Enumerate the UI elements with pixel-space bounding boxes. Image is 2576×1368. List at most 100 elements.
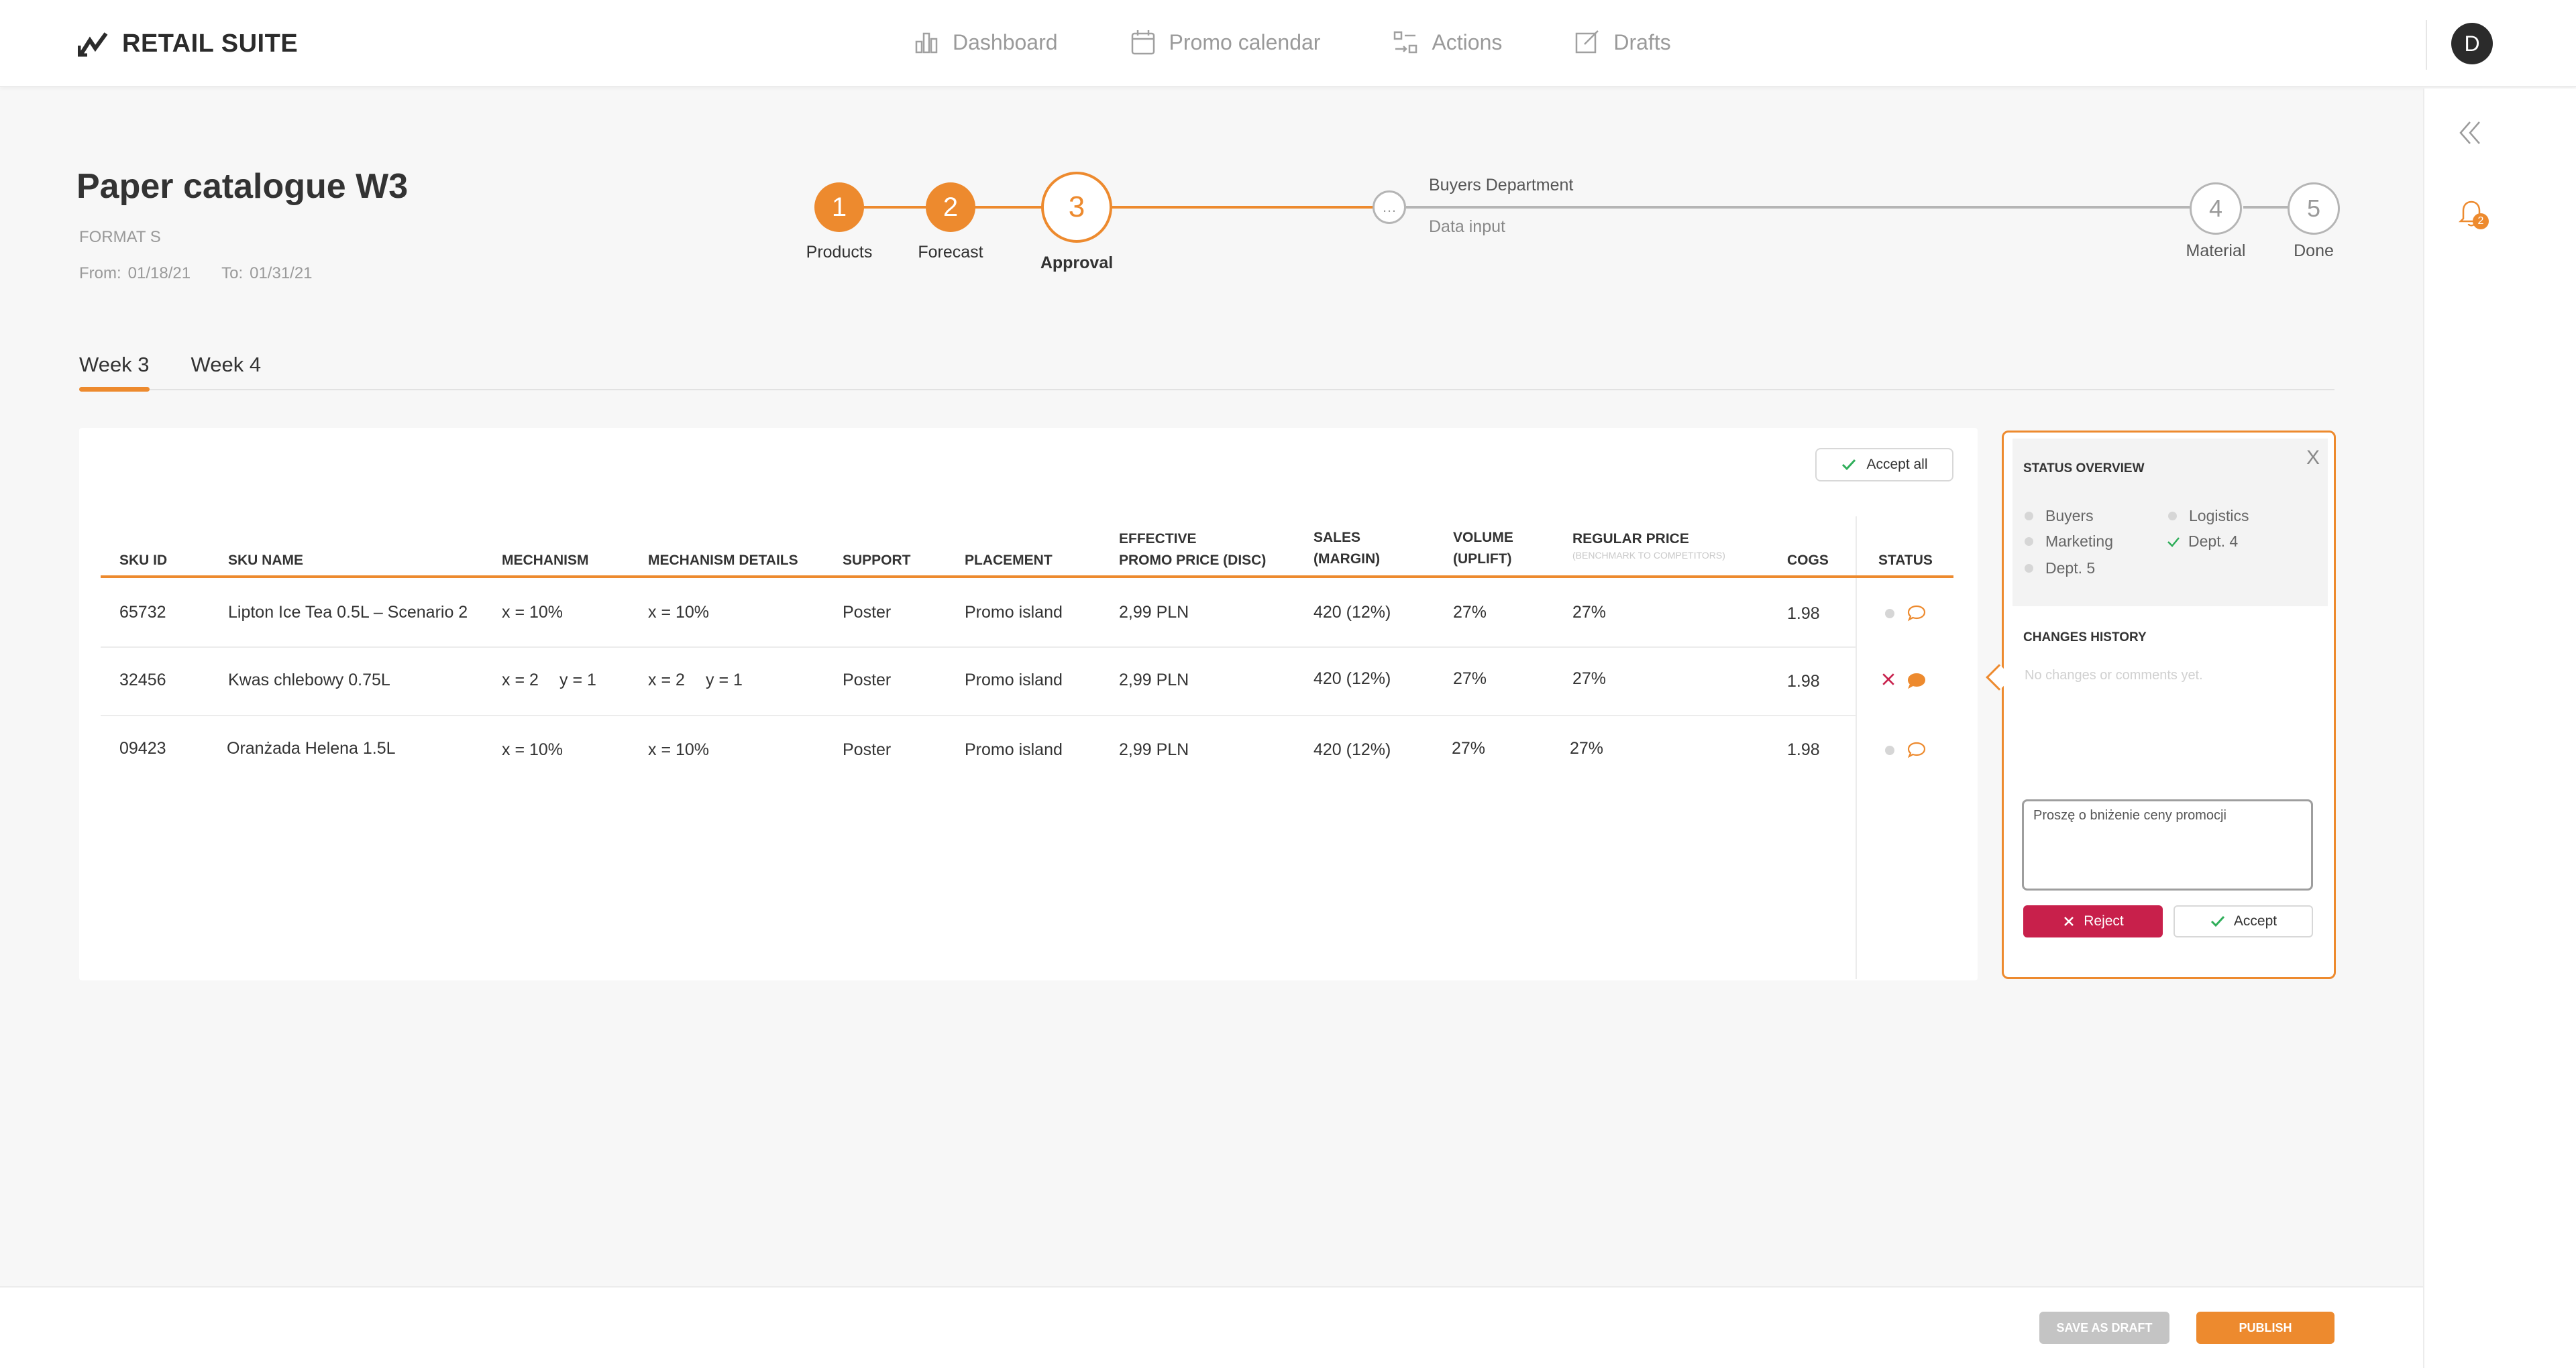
step-buyers-department[interactable]: … <box>1373 190 1406 224</box>
step-number: 1 <box>831 192 847 222</box>
top-bar: RETAIL SUITE Dashboard Promo calendar Ac… <box>0 0 2576 87</box>
nav-actions[interactable]: Actions <box>1391 28 1502 56</box>
cell-placement: Promo island <box>965 671 1063 689</box>
main-nav: Dashboard Promo calendar Actions Drafts <box>912 28 1742 56</box>
collapse-icon[interactable] <box>2455 118 2485 148</box>
from-date: 01/18/21 <box>127 264 191 282</box>
header-status: STATUS <box>1878 553 1933 568</box>
cell-sales: 420 (12%) <box>1313 603 1391 622</box>
reject-button[interactable]: Reject <box>2023 905 2163 937</box>
cell-sku-name: Lipton Ice Tea 0.5L – Scenario 2 <box>228 603 468 622</box>
tab-week-4[interactable]: Week 4 <box>191 353 262 392</box>
cell-placement: Promo island <box>965 603 1063 622</box>
cell-mechanism-details: x = 10% <box>648 740 710 759</box>
cell-mechanism-x: x = 2 <box>502 671 539 689</box>
cell-sku-id: 65732 <box>119 603 166 622</box>
header-regular-price: REGULAR PRICE (BENCHMARK TO COMPETITORS) <box>1572 528 1725 561</box>
topbar-divider <box>2426 20 2427 70</box>
step-forecast[interactable]: 2 <box>926 182 975 232</box>
close-icon[interactable]: X <box>2306 447 2320 469</box>
step-sublabel-data-input: Data input <box>1429 217 1505 236</box>
dept-logistics: Logistics <box>2168 507 2249 525</box>
pending-dot <box>2025 564 2033 573</box>
dept-label: Dept. 4 <box>2188 532 2239 550</box>
header-regular-line1: REGULAR PRICE <box>1572 531 1689 547</box>
cell-sku-id: 09423 <box>119 739 166 758</box>
app-logo[interactable]: RETAIL SUITE <box>78 30 298 58</box>
check-icon <box>1842 459 1856 471</box>
check-icon <box>2210 915 2224 927</box>
cell-support: Poster <box>843 740 892 759</box>
cell-sku-id: 32456 <box>119 671 166 689</box>
cell-sales: 420 (12%) <box>1313 669 1391 688</box>
cell-details-y: y = 1 <box>706 671 743 689</box>
cell-support: Poster <box>843 671 892 689</box>
cell-sales: 420 (12%) <box>1313 740 1391 759</box>
pending-dot <box>2025 512 2033 520</box>
comment-icon[interactable] <box>1907 603 1927 623</box>
publish-button[interactable]: PUBLISH <box>2196 1312 2334 1344</box>
header-volume-uplift: VOLUME (UPLIFT) <box>1453 527 1513 570</box>
step-approval[interactable]: 3 <box>1041 172 1112 243</box>
header-sales-line1: SALES <box>1313 530 1361 545</box>
status-pending-dot <box>1885 609 1894 618</box>
accept-all-button[interactable]: Accept all <box>1815 448 1953 481</box>
tab-week-3[interactable]: Week 3 <box>79 353 150 392</box>
nav-dashboard-label: Dashboard <box>953 30 1058 54</box>
comment-icon[interactable] <box>1907 740 1927 760</box>
step-number: 2 <box>943 192 959 222</box>
step-material[interactable]: 4 <box>2190 182 2242 235</box>
cell-regular-price: 27% <box>1572 669 1607 688</box>
cell-cogs: 1.98 <box>1787 740 1820 759</box>
cell-cogs: 1.98 <box>1787 672 1820 691</box>
header-volume-line2: (UPLIFT) <box>1453 551 1512 567</box>
cell-placement: Promo island <box>965 740 1063 759</box>
accept-all-label: Accept all <box>1866 457 1928 472</box>
nav-promo-calendar[interactable]: Promo calendar <box>1129 28 1320 56</box>
dept-label: Logistics <box>2189 507 2249 524</box>
comment-textarea[interactable]: Proszę o bniżenie ceny promocji <box>2022 799 2313 891</box>
step-connector <box>859 206 930 209</box>
week-tabs: Week 3 Week 4 <box>79 353 303 392</box>
save-as-draft-button[interactable]: SAVE AS DRAFT <box>2039 1312 2169 1344</box>
page-title: Paper catalogue W3 <box>76 167 409 206</box>
cell-volume: 27% <box>1453 669 1487 688</box>
cell-volume: 27% <box>1452 739 1486 758</box>
to-date: 01/31/21 <box>250 264 313 282</box>
changes-history-title: CHANGES HISTORY <box>2023 630 2147 644</box>
cell-sku-name: Oranżada Helena 1.5L <box>227 739 396 758</box>
header-sku-name: SKU NAME <box>228 553 304 568</box>
status-column-divider <box>1856 516 1857 979</box>
header-sku-id: SKU ID <box>119 553 168 568</box>
user-avatar[interactable]: D <box>2451 23 2493 64</box>
comment-filled-icon[interactable] <box>1907 671 1927 691</box>
to-label: To: <box>221 264 244 282</box>
row-divider <box>101 646 1856 648</box>
no-changes-text: No changes or comments yet. <box>2025 668 2203 683</box>
step-number: 4 <box>2208 194 2223 222</box>
accept-button[interactable]: Accept <box>2174 905 2313 937</box>
step-done[interactable]: 5 <box>2288 182 2340 235</box>
pending-dot <box>2025 537 2033 546</box>
step-connector <box>970 206 1042 209</box>
sku-table-card <box>79 428 1978 980</box>
nav-dashboard[interactable]: Dashboard <box>912 28 1058 56</box>
app-name: RETAIL SUITE <box>122 30 299 58</box>
step-label-forecast: Forecast <box>918 243 983 262</box>
cell-support: Poster <box>843 603 892 622</box>
accept-label: Accept <box>2233 913 2277 929</box>
format-label: FORMAT S <box>79 228 161 246</box>
nav-drafts[interactable]: Drafts <box>1573 28 1671 56</box>
status-overview-title: STATUS OVERVIEW <box>2023 461 2145 475</box>
status-pending-dot <box>1885 746 1894 755</box>
right-rail <box>2423 89 2576 1368</box>
step-connector <box>1111 206 1374 209</box>
step-products[interactable]: 1 <box>814 182 864 232</box>
cell-sku-name: Kwas chlebowy 0.75L <box>228 671 390 689</box>
header-volume-line1: VOLUME <box>1453 530 1513 545</box>
step-number: 3 <box>1068 190 1085 223</box>
step-connector <box>2243 206 2289 209</box>
cell-details-x: x = 2 <box>648 671 685 689</box>
bar-chart-icon <box>915 32 938 54</box>
from-label: From: <box>79 264 121 282</box>
